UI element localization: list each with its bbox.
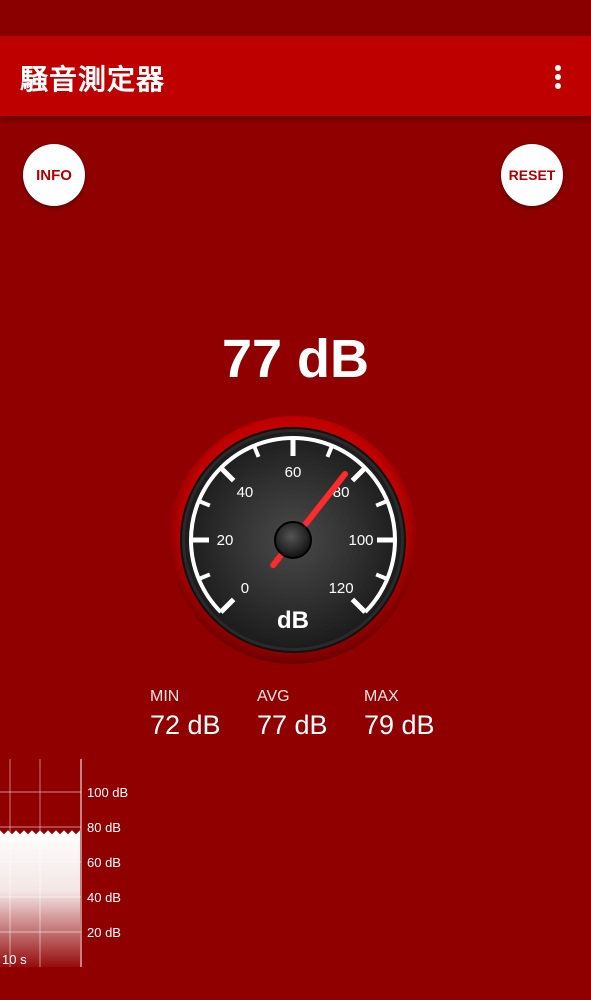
max-label: MAX xyxy=(364,688,399,705)
gauge-tick-label: 40 xyxy=(237,484,254,501)
gauge-tick-label: 0 xyxy=(241,580,249,597)
max-value: 79 dB xyxy=(364,710,435,740)
min-stat: MIN 72 dB xyxy=(150,688,221,741)
history-level-area xyxy=(0,830,80,967)
avg-value: 77 dB xyxy=(257,710,328,740)
history-time-label: 10 s xyxy=(2,952,27,967)
history-y-label: 80 dB xyxy=(87,820,121,835)
history-y-labels: 100 dB 80 dB 60 dB 40 dB 20 dB xyxy=(87,785,128,940)
history-chart: 100 dB 80 dB 60 dB 40 dB 20 dB 10 s xyxy=(0,759,128,967)
max-stat: MAX 79 dB xyxy=(364,688,435,741)
min-label: MIN xyxy=(150,688,180,705)
gauge-tick-label: 120 xyxy=(329,580,354,597)
status-bar xyxy=(0,0,591,36)
gauge-tick-label: 60 xyxy=(285,464,302,481)
history-y-label: 20 dB xyxy=(87,925,121,940)
history-y-label: 40 dB xyxy=(87,890,121,905)
current-reading: 77 dB xyxy=(221,329,370,389)
history-y-label: 100 dB xyxy=(87,785,128,800)
info-button[interactable]: INFO xyxy=(23,144,85,206)
sound-meter-gauge: 020406080100120 dB xyxy=(169,416,417,664)
avg-label: AVG xyxy=(257,688,290,705)
reset-button[interactable]: RESET xyxy=(501,144,563,206)
app-title: 騒音測定器 xyxy=(20,63,166,96)
history-y-label: 60 dB xyxy=(87,855,121,870)
gauge-unit-label: dB xyxy=(277,607,309,634)
gauge-tick-label: 20 xyxy=(217,532,234,549)
app-bar: 騒音測定器 xyxy=(0,36,591,116)
overflow-menu-icon[interactable] xyxy=(543,60,573,94)
gauge-hub xyxy=(274,521,312,559)
gauge-tick-label: 100 xyxy=(348,532,373,549)
avg-stat: AVG 77 dB xyxy=(257,688,328,741)
min-value: 72 dB xyxy=(150,710,221,740)
